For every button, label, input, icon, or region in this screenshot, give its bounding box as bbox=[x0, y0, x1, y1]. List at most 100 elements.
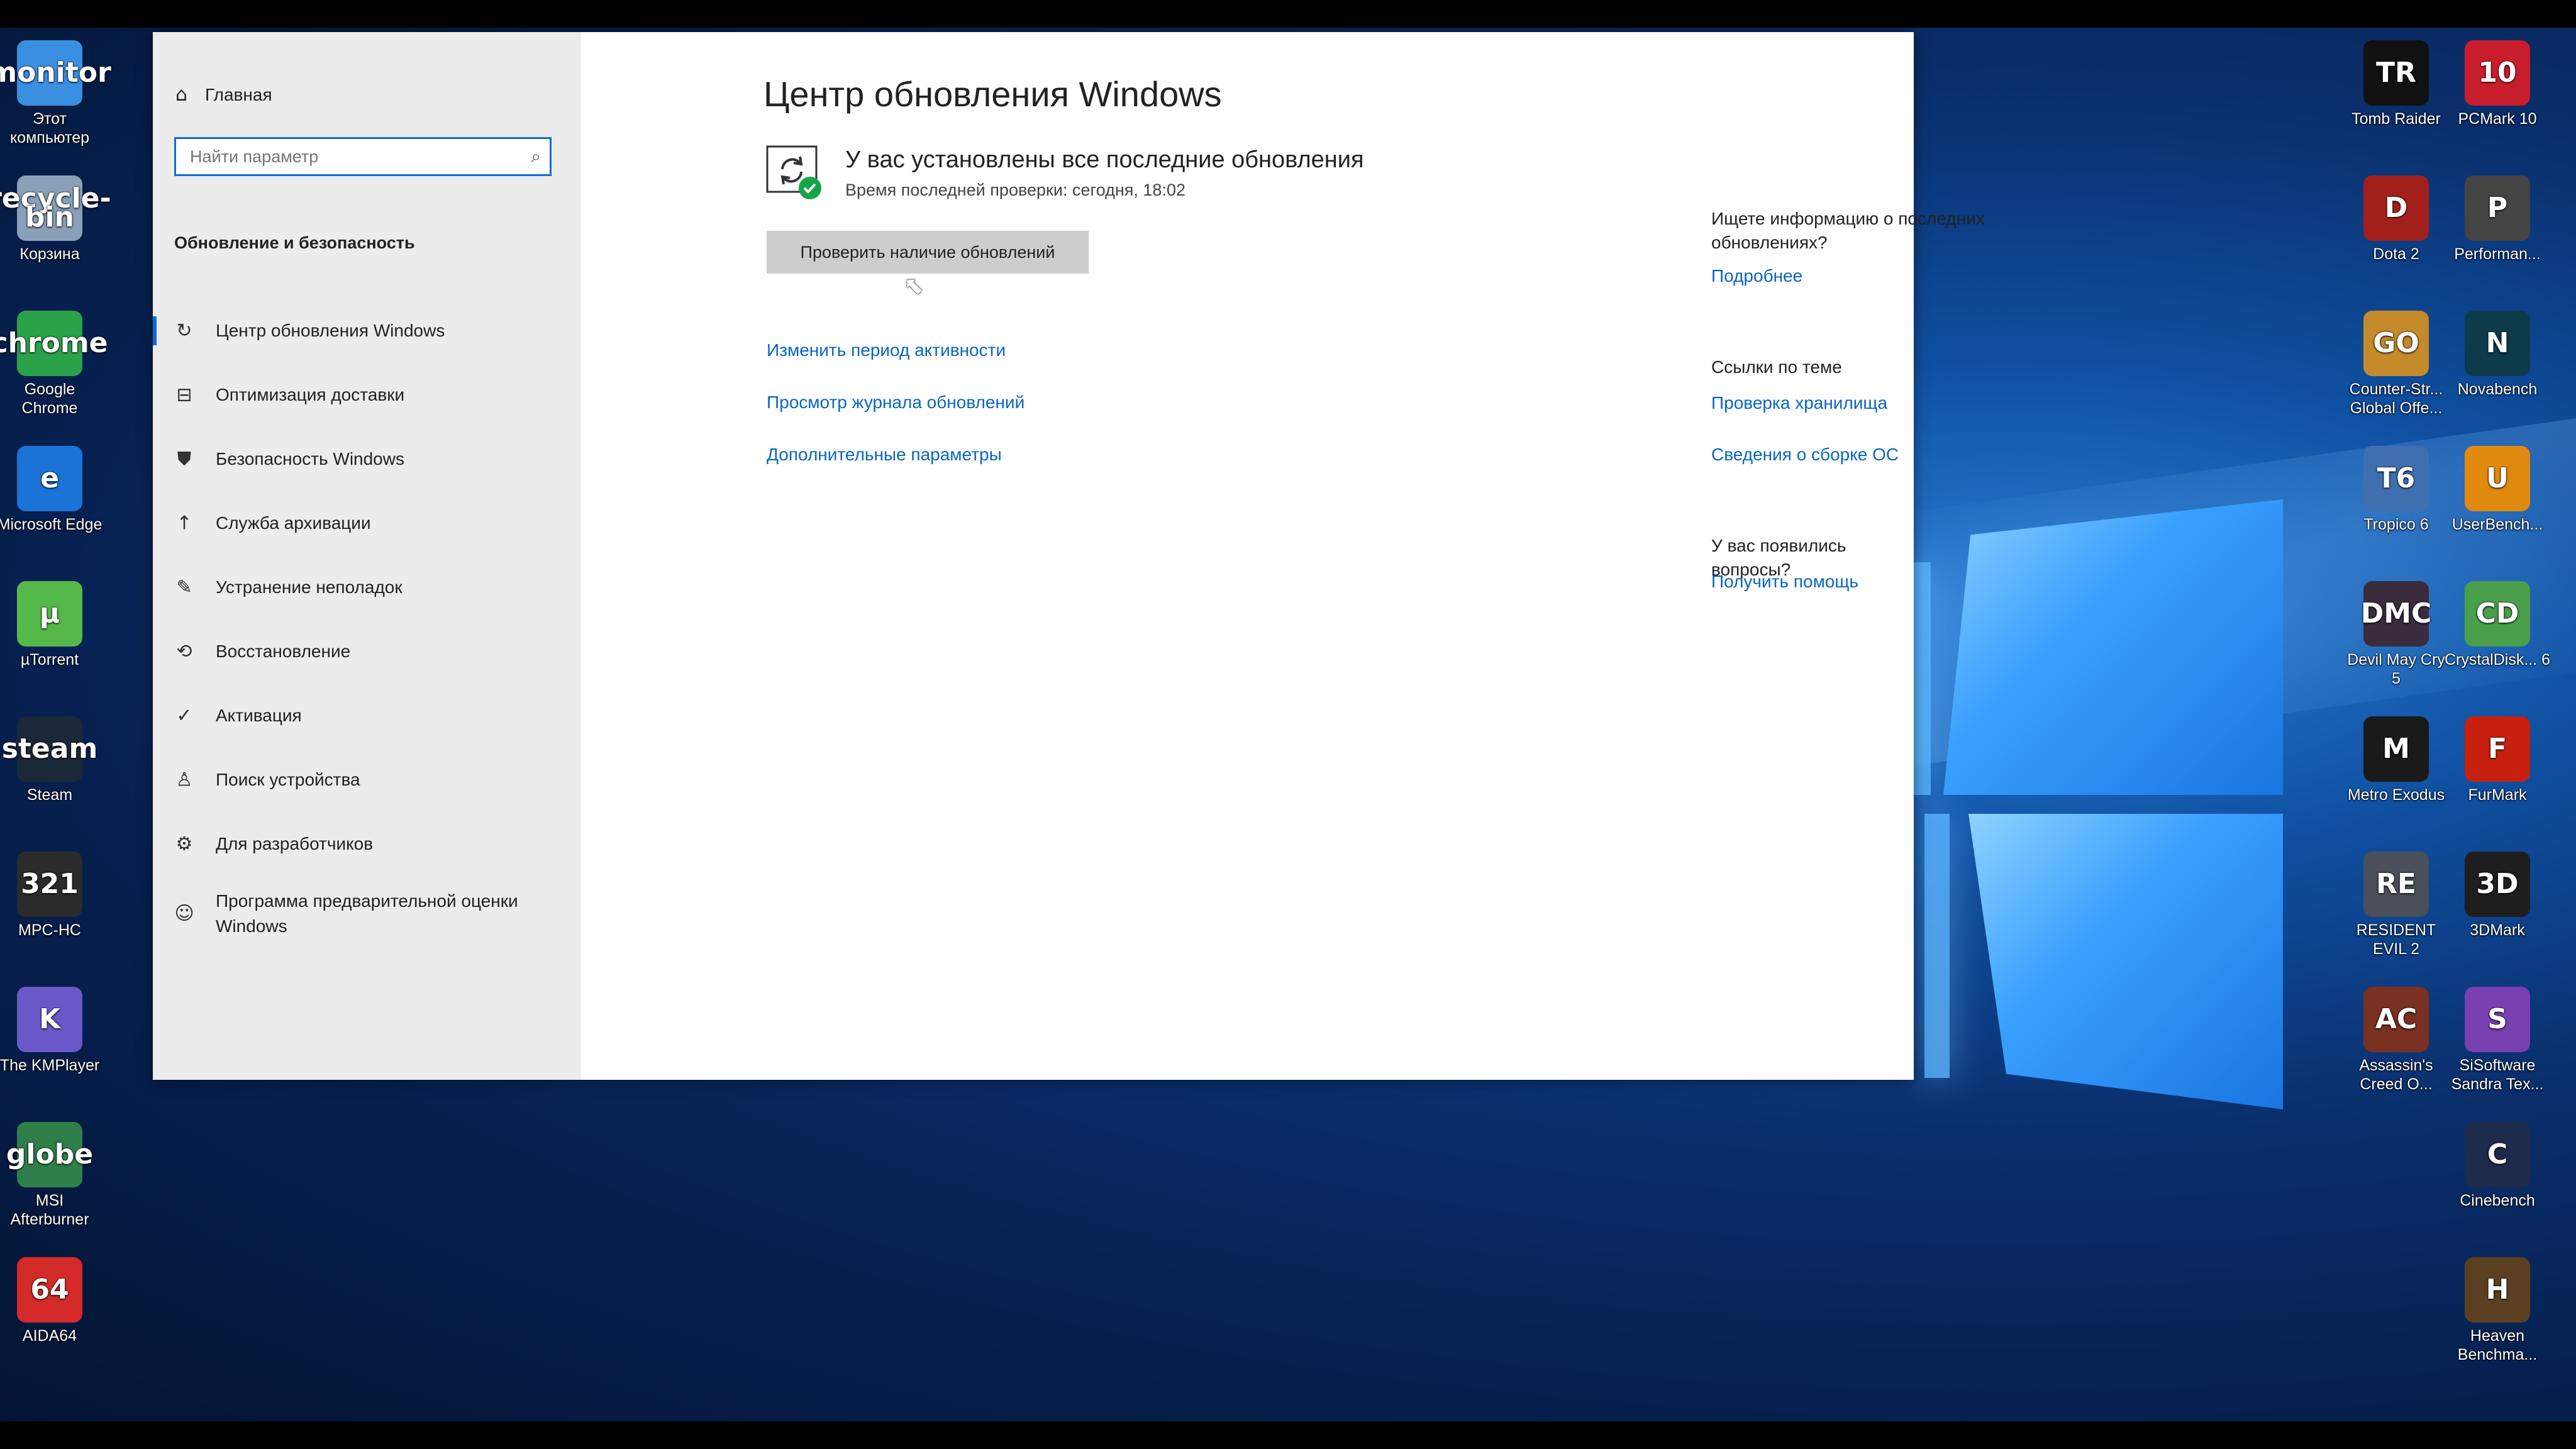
sidebar-item[interactable]: ↑ Служба архивации bbox=[153, 491, 581, 555]
sidebar-item[interactable]: ✓ Активация bbox=[153, 684, 581, 748]
settings-sidebar: ⌂ Главная ⌕ Обновление и безопасность ↻ Ц… bbox=[153, 32, 581, 1080]
desktop-icon-label: Этот компьютер bbox=[9, 110, 90, 147]
desktop-icon-sisoftware[interactable]: S SiSoftware Sandra Tex... bbox=[2444, 987, 2551, 1094]
check-updates-button[interactable]: Проверить наличие обновлений bbox=[767, 231, 1089, 274]
desktop-icon-edge[interactable]: e Microsoft Edge bbox=[0, 446, 103, 534]
desktop-icon-kmplayer[interactable]: K The KMPlayer bbox=[0, 987, 103, 1075]
sidebar-item-label: Безопасность Windows bbox=[216, 449, 404, 469]
sidebar-item-icon: ✓ bbox=[176, 704, 192, 727]
desktop-icon-tomb-raider[interactable]: TR Tomb Raider bbox=[2343, 40, 2450, 128]
desktop-icon-pcmark10[interactable]: 10 PCMark 10 bbox=[2444, 40, 2551, 128]
search-icon: ⌕ bbox=[531, 147, 541, 166]
desktop-icon-steam[interactable]: steam Steam bbox=[0, 716, 103, 804]
sidebar-item[interactable]: ♙ Поиск устройства bbox=[153, 748, 581, 812]
sidebar-item-label: Служба архивации bbox=[216, 513, 371, 533]
desktop-icon-performance[interactable]: P Performan... bbox=[2444, 175, 2551, 264]
furmark-icon: F bbox=[2465, 716, 2530, 782]
desktop-icon-metro-exodus[interactable]: M Metro Exodus bbox=[2343, 716, 2450, 804]
sidebar-item[interactable]: ↻ Центр обновления Windows bbox=[153, 299, 581, 363]
this-pc-icon: monitor bbox=[0, 40, 111, 106]
desktop-icon-utorrent[interactable]: µ µTorrent bbox=[0, 581, 103, 669]
desktop-icon-this-pc[interactable]: monitor Этот компьютер bbox=[0, 40, 111, 147]
advanced-options-link[interactable]: Дополнительные параметры bbox=[767, 445, 1002, 465]
os-build-info-link[interactable]: Сведения о сборке ОС bbox=[1711, 445, 1899, 465]
desktop-icon-msi-afterburner[interactable]: globe MSI Afterburner bbox=[0, 1122, 103, 1229]
desktop-icon-crystaldisk[interactable]: CD CrystalDisk... 6 bbox=[2444, 581, 2551, 669]
dota2-icon: D bbox=[2363, 175, 2429, 241]
page-title: Центр обновления Windows bbox=[763, 74, 1222, 114]
sidebar-item-icon: ♙ bbox=[175, 769, 193, 791]
desktop-icon-recycle-bin[interactable]: recycle-bin Корзина bbox=[0, 175, 111, 264]
desktop-icon-label: MSI Afterburner bbox=[10, 1192, 89, 1228]
csgo-icon: GO bbox=[2363, 311, 2429, 376]
sidebar-item[interactable]: ☺ Программа предварительной оценки Window… bbox=[153, 876, 581, 952]
tropico6-icon: T6 bbox=[2363, 446, 2429, 511]
desktop-icon-label: MPC-HC bbox=[18, 921, 81, 939]
desktop-icon-heaven[interactable]: H Heaven Benchma... bbox=[2444, 1257, 2551, 1364]
desktop-icon-devil-may-cry5[interactable]: DMC Devil May Cry 5 bbox=[2343, 581, 2450, 688]
desktop-icon-label: Performan... bbox=[2454, 245, 2541, 263]
steam-icon: steam bbox=[2, 716, 97, 782]
more-info-link[interactable]: Подробнее bbox=[1711, 266, 1802, 286]
search-input[interactable] bbox=[189, 139, 518, 174]
section-title: Обновление и безопасность bbox=[174, 233, 415, 252]
change-active-hours-link[interactable]: Изменить период активности bbox=[767, 340, 1006, 360]
sidebar-item-label: Для разработчиков bbox=[216, 834, 374, 853]
tomb-raider-icon: TR bbox=[2363, 40, 2429, 106]
resident-evil2-icon: RE bbox=[2363, 852, 2429, 917]
sidebar-item[interactable]: ⛊ Безопасность Windows bbox=[153, 427, 581, 491]
get-help-link[interactable]: Получить помощь bbox=[1711, 572, 1858, 592]
sidebar-item-label: Устранение неполадок bbox=[216, 577, 402, 597]
home-link[interactable]: ⌂ Главная bbox=[175, 84, 272, 106]
desktop-icon-csgo[interactable]: GO Counter-Str... Global Offe... bbox=[2343, 311, 2450, 418]
related-links-title: Ссылки по теме bbox=[1711, 357, 1842, 377]
windows-logo-pane bbox=[1943, 499, 2283, 795]
desktop-icon-label: Tomb Raider bbox=[2351, 110, 2441, 128]
desktop-icon-cinebench[interactable]: C Cinebench bbox=[2444, 1122, 2551, 1210]
sidebar-item[interactable]: ✎ Устранение неполадок bbox=[153, 555, 581, 619]
settings-nav: ↻ Центр обновления Windows ⊟ Оптимизация до… bbox=[153, 299, 581, 952]
desktop-icon-resident-evil2[interactable]: RE RESIDENT EVIL 2 bbox=[2343, 852, 2450, 958]
mpc-hc-icon: 321 bbox=[17, 852, 82, 917]
userbench-icon: U bbox=[2465, 446, 2530, 511]
msi-afterburner-icon: globe bbox=[6, 1122, 93, 1187]
sidebar-item-icon: ⟲ bbox=[176, 640, 192, 663]
desktop-icon-tropico6[interactable]: T6 Tropico 6 bbox=[2343, 446, 2450, 534]
cinebench-icon: C bbox=[2465, 1122, 2530, 1187]
desktop-icon-label: Steam bbox=[26, 786, 73, 804]
desktop-icon-label: UserBench... bbox=[2451, 516, 2543, 533]
update-history-link[interactable]: Просмотр журнала обновлений bbox=[767, 392, 1024, 413]
search-box[interactable]: ⌕ bbox=[174, 137, 552, 176]
check-storage-link[interactable]: Проверка хранилища bbox=[1711, 393, 1887, 413]
desktop-icon-label: RESIDENT EVIL 2 bbox=[2356, 921, 2436, 958]
sidebar-item[interactable]: ⚙ Для разработчиков bbox=[153, 812, 581, 876]
settings-window: ⌂ Главная ⌕ Обновление и безопасность ↻ Ц… bbox=[153, 32, 1985, 1080]
3dmark-icon: 3D bbox=[2465, 852, 2530, 917]
sidebar-item-label: Поиск устройства bbox=[216, 770, 360, 789]
desktop-icon-label: Tropico 6 bbox=[2363, 516, 2429, 533]
info-question: Ищете информацию о последних обновлениях… bbox=[1711, 209, 1985, 252]
desktop-icon-chrome[interactable]: chrome Google Chrome bbox=[0, 311, 108, 418]
desktop-icon-label: 3DMark bbox=[2470, 921, 2525, 939]
desktop-icon-furmark[interactable]: F FurMark bbox=[2444, 716, 2551, 804]
last-check-time: Время последней проверки: сегодня, 18:02 bbox=[845, 180, 1185, 199]
desktop-icon-userbench[interactable]: U UserBench... bbox=[2444, 446, 2551, 534]
desktop-icon-label: Assassin's Creed O... bbox=[2359, 1057, 2433, 1093]
sidebar-item-label: Центр обновления Windows bbox=[216, 321, 445, 340]
aida64-icon: 64 bbox=[17, 1257, 82, 1323]
desktop-icon-novabench[interactable]: N Novabench bbox=[2444, 311, 2551, 399]
sidebar-item-label: Программа предварительной оценки Windows bbox=[216, 891, 518, 936]
sidebar-item[interactable]: ⟲ Восстановление bbox=[153, 619, 581, 684]
desktop-icon-label: Cinebench bbox=[2460, 1192, 2535, 1209]
desktop-icon-3dmark[interactable]: 3D 3DMark bbox=[2444, 852, 2551, 940]
desktop-icon-assassins-creed[interactable]: AC Assassin's Creed O... bbox=[2343, 987, 2450, 1094]
sidebar-item-icon: ⛊ bbox=[177, 448, 192, 470]
sidebar-item-icon: ⊟ bbox=[176, 384, 192, 406]
sidebar-item[interactable]: ⊟ Оптимизация доставки bbox=[153, 363, 581, 427]
desktop-icon-dota2[interactable]: D Dota 2 bbox=[2343, 175, 2450, 264]
desktop-icon-aida64[interactable]: 64 AIDA64 bbox=[0, 1257, 103, 1345]
desktop-icon-label: PCMark 10 bbox=[2458, 110, 2537, 128]
update-status-title: У вас установлены все последние обновлен… bbox=[845, 147, 1364, 173]
utorrent-icon: µ bbox=[17, 581, 82, 647]
desktop-icon-mpc-hc[interactable]: 321 MPC-HC bbox=[0, 852, 103, 940]
